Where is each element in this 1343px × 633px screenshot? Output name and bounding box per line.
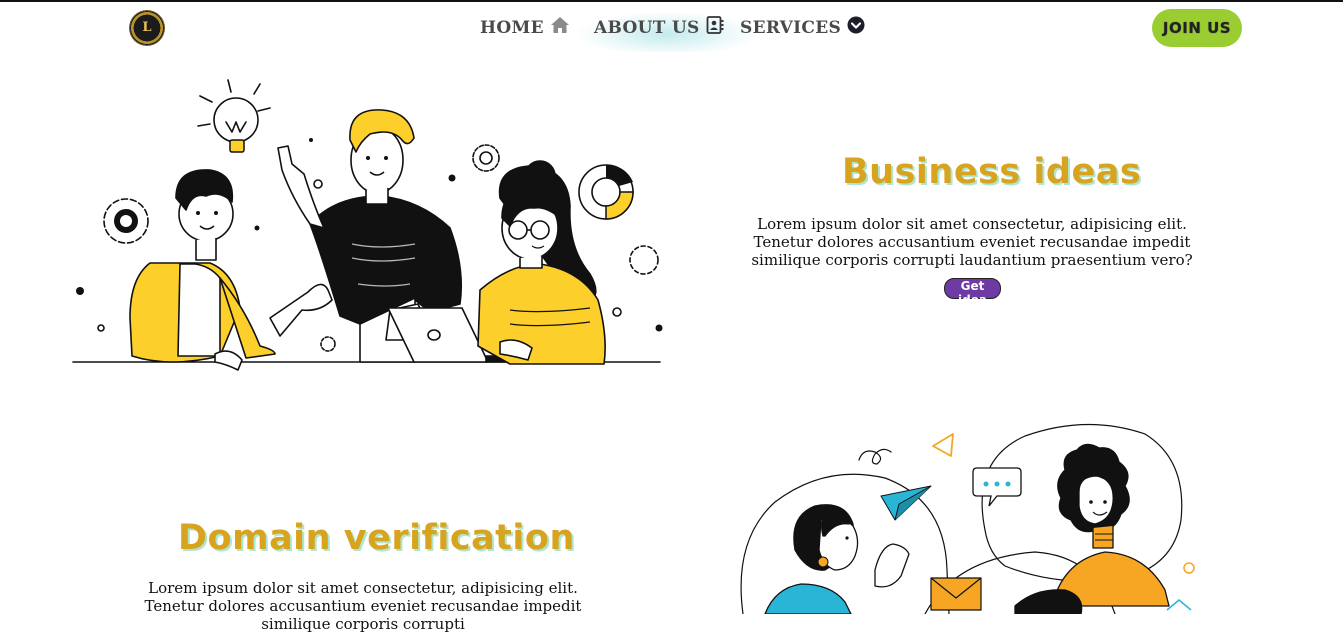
domain-verification-title: Domain verification — [178, 518, 575, 558]
video-chat-illustration — [740, 423, 1195, 614]
business-ideas-title: Business ideas — [842, 152, 1142, 192]
home-icon — [550, 16, 570, 41]
get-idea-button[interactable]: Get idea — [944, 278, 1001, 307]
nav-about-label: ABOUT US — [594, 18, 700, 38]
nav-services-label: SERVICES — [740, 18, 842, 38]
brand-logo[interactable]: L — [130, 11, 164, 45]
nav-home[interactable]: HOME — [480, 16, 570, 40]
join-us-button[interactable]: JOIN US — [1152, 9, 1242, 47]
domain-verification-text: Lorem ipsum dolor sit amet consectetur, … — [144, 579, 582, 633]
logo-monogram: L — [142, 20, 152, 35]
contact-card-icon — [706, 16, 724, 41]
navbar: L HOME ABOUT US SERVICES JOIN US — [0, 2, 1343, 54]
nav-home-label: HOME — [480, 18, 544, 38]
team-brainstorm-illustration — [72, 79, 663, 371]
chevron-circle-down-icon — [847, 16, 865, 41]
nav-about[interactable]: ABOUT US — [594, 16, 724, 40]
nav-services[interactable]: SERVICES — [740, 16, 865, 40]
business-ideas-text: Lorem ipsum dolor sit amet consectetur, … — [751, 215, 1193, 269]
